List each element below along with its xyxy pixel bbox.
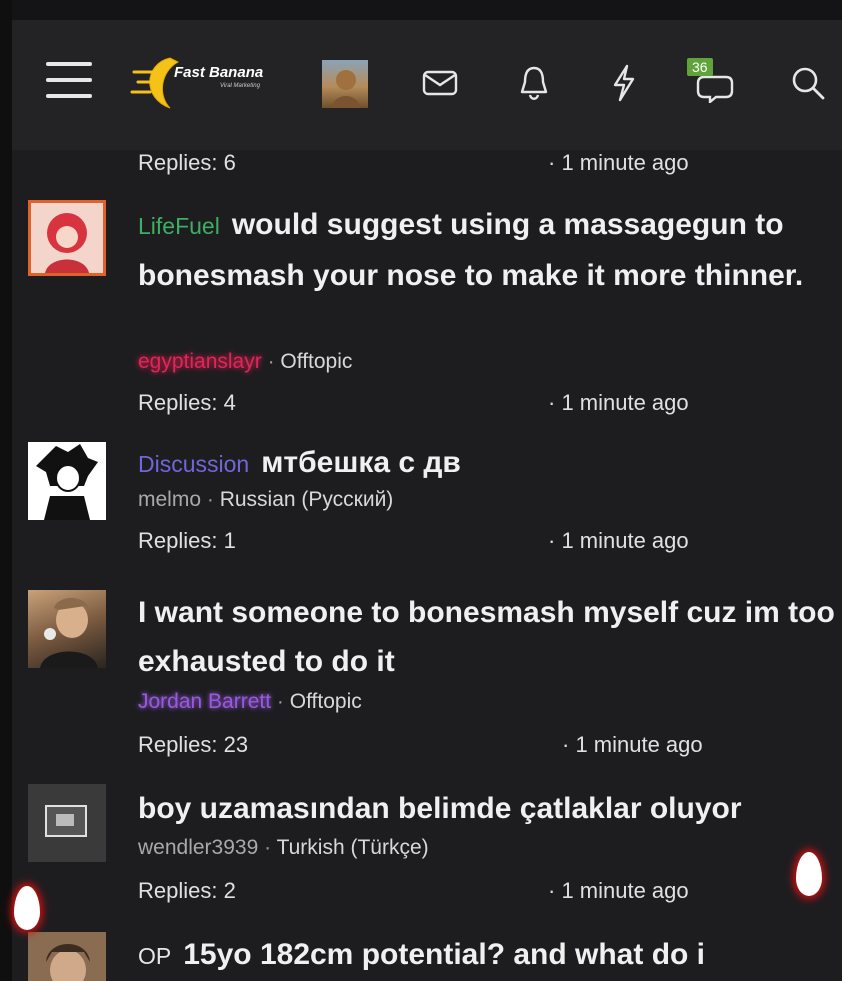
thread-time: · 1 minute ago	[562, 732, 703, 757]
thread-title[interactable]: boy uzamasından belimde çatlaklar oluyor	[138, 784, 836, 833]
avatar[interactable]	[28, 932, 106, 981]
left-edge	[0, 0, 12, 981]
thread-replies: Replies: 2	[138, 878, 236, 903]
avatar[interactable]	[322, 60, 368, 108]
thread-author[interactable]: melmo	[138, 488, 201, 511]
decorative-flame-left	[14, 886, 40, 930]
thread-author[interactable]: egyptianslayr	[138, 350, 262, 373]
thread-title-text[interactable]: I want someone to bonesmash myself cuz i…	[138, 596, 835, 678]
meta-separator: ·	[276, 690, 290, 713]
thread-forum[interactable]: Turkish (Türkçe)	[277, 836, 429, 859]
thread-title[interactable]: I want someone to bonesmash myself cuz i…	[138, 588, 836, 686]
list-item[interactable]: LifeFuel would suggest using a massagegun…	[12, 196, 842, 426]
bell-icon[interactable]	[514, 62, 554, 104]
thread-list: Replies: 6 · 1 minute ago LifeFuel would …	[12, 150, 842, 981]
thread-meta: melmo · Russian (Русский)	[138, 488, 393, 512]
thread-title-text[interactable]: would suggest using a massagegun to bone…	[138, 208, 803, 292]
list-item[interactable]: Discussion мтбешка с дв melmo · Russian (…	[12, 438, 842, 568]
avatar[interactable]	[28, 590, 106, 668]
thread-time: · 1 minute ago	[548, 528, 689, 553]
menu-icon[interactable]	[44, 58, 94, 104]
logo-text: Fast Banana	[174, 64, 264, 81]
thread-prefix[interactable]: Discussion	[138, 451, 249, 477]
thread-title-text[interactable]: boy uzamasından belimde çatlaklar oluyor	[138, 792, 742, 825]
thread-meta: Jordan Barrett · Offtopic	[138, 690, 362, 714]
lightning-icon[interactable]	[606, 62, 642, 104]
avatar[interactable]	[28, 784, 106, 862]
avatar[interactable]	[28, 442, 106, 520]
thread-replies: Replies: 4	[138, 390, 236, 415]
top-strip	[12, 0, 842, 21]
thread-forum[interactable]: Russian (Русский)	[220, 488, 394, 511]
thread-author[interactable]: wendler3939	[138, 836, 258, 859]
site-logo[interactable]: Fast Banana Viral Marketing	[130, 52, 310, 112]
thread-prefix[interactable]: LifeFuel	[138, 213, 220, 239]
thread-time: · 1 minute ago	[548, 390, 689, 415]
thread-title[interactable]: LifeFuel would suggest using a massagegun…	[138, 200, 836, 300]
thread-time: · 1 minute ago	[548, 878, 689, 903]
thread-replies: Replies: 1	[138, 528, 236, 553]
meta-separator: ·	[264, 836, 277, 859]
meta-separator: ·	[267, 350, 281, 373]
search-icon[interactable]	[788, 62, 828, 104]
thread-title-text[interactable]: 15yo 182cm potential? and what do i	[183, 938, 705, 971]
thread-title[interactable]: OP 15yo 182cm potential? and what do i	[138, 930, 836, 981]
thread-replies: Replies: 23	[138, 732, 249, 757]
thread-title-text[interactable]: мтбешка с дв	[261, 446, 461, 479]
meta-separator: ·	[206, 488, 220, 511]
conversations-badge: 36	[687, 58, 713, 76]
logo-subtext: Viral Marketing	[220, 83, 260, 89]
list-item[interactable]: OP 15yo 182cm potential? and what do i	[12, 930, 842, 981]
decorative-flame-right	[796, 852, 822, 896]
thread-time: · 1 minute ago	[548, 150, 689, 175]
avatar[interactable]	[28, 200, 106, 276]
thread-meta: egyptianslayr · Offtopic	[138, 350, 352, 374]
list-item[interactable]: boy uzamasından belimde çatlaklar oluyor…	[12, 784, 842, 914]
thread-forum[interactable]: Offtopic	[290, 690, 362, 713]
thread-meta: wendler3939 · Turkish (Türkçe)	[138, 836, 429, 860]
thread-title[interactable]: Discussion мтбешка с дв	[138, 438, 836, 489]
thread-prefix[interactable]: OP	[138, 943, 171, 969]
list-item[interactable]: I want someone to bonesmash myself cuz i…	[12, 588, 842, 768]
thread-author[interactable]: Jordan Barrett	[138, 690, 271, 713]
thread-replies: Replies: 6	[138, 150, 236, 175]
thread-forum[interactable]: Offtopic	[280, 350, 352, 373]
mail-icon[interactable]	[420, 66, 460, 100]
